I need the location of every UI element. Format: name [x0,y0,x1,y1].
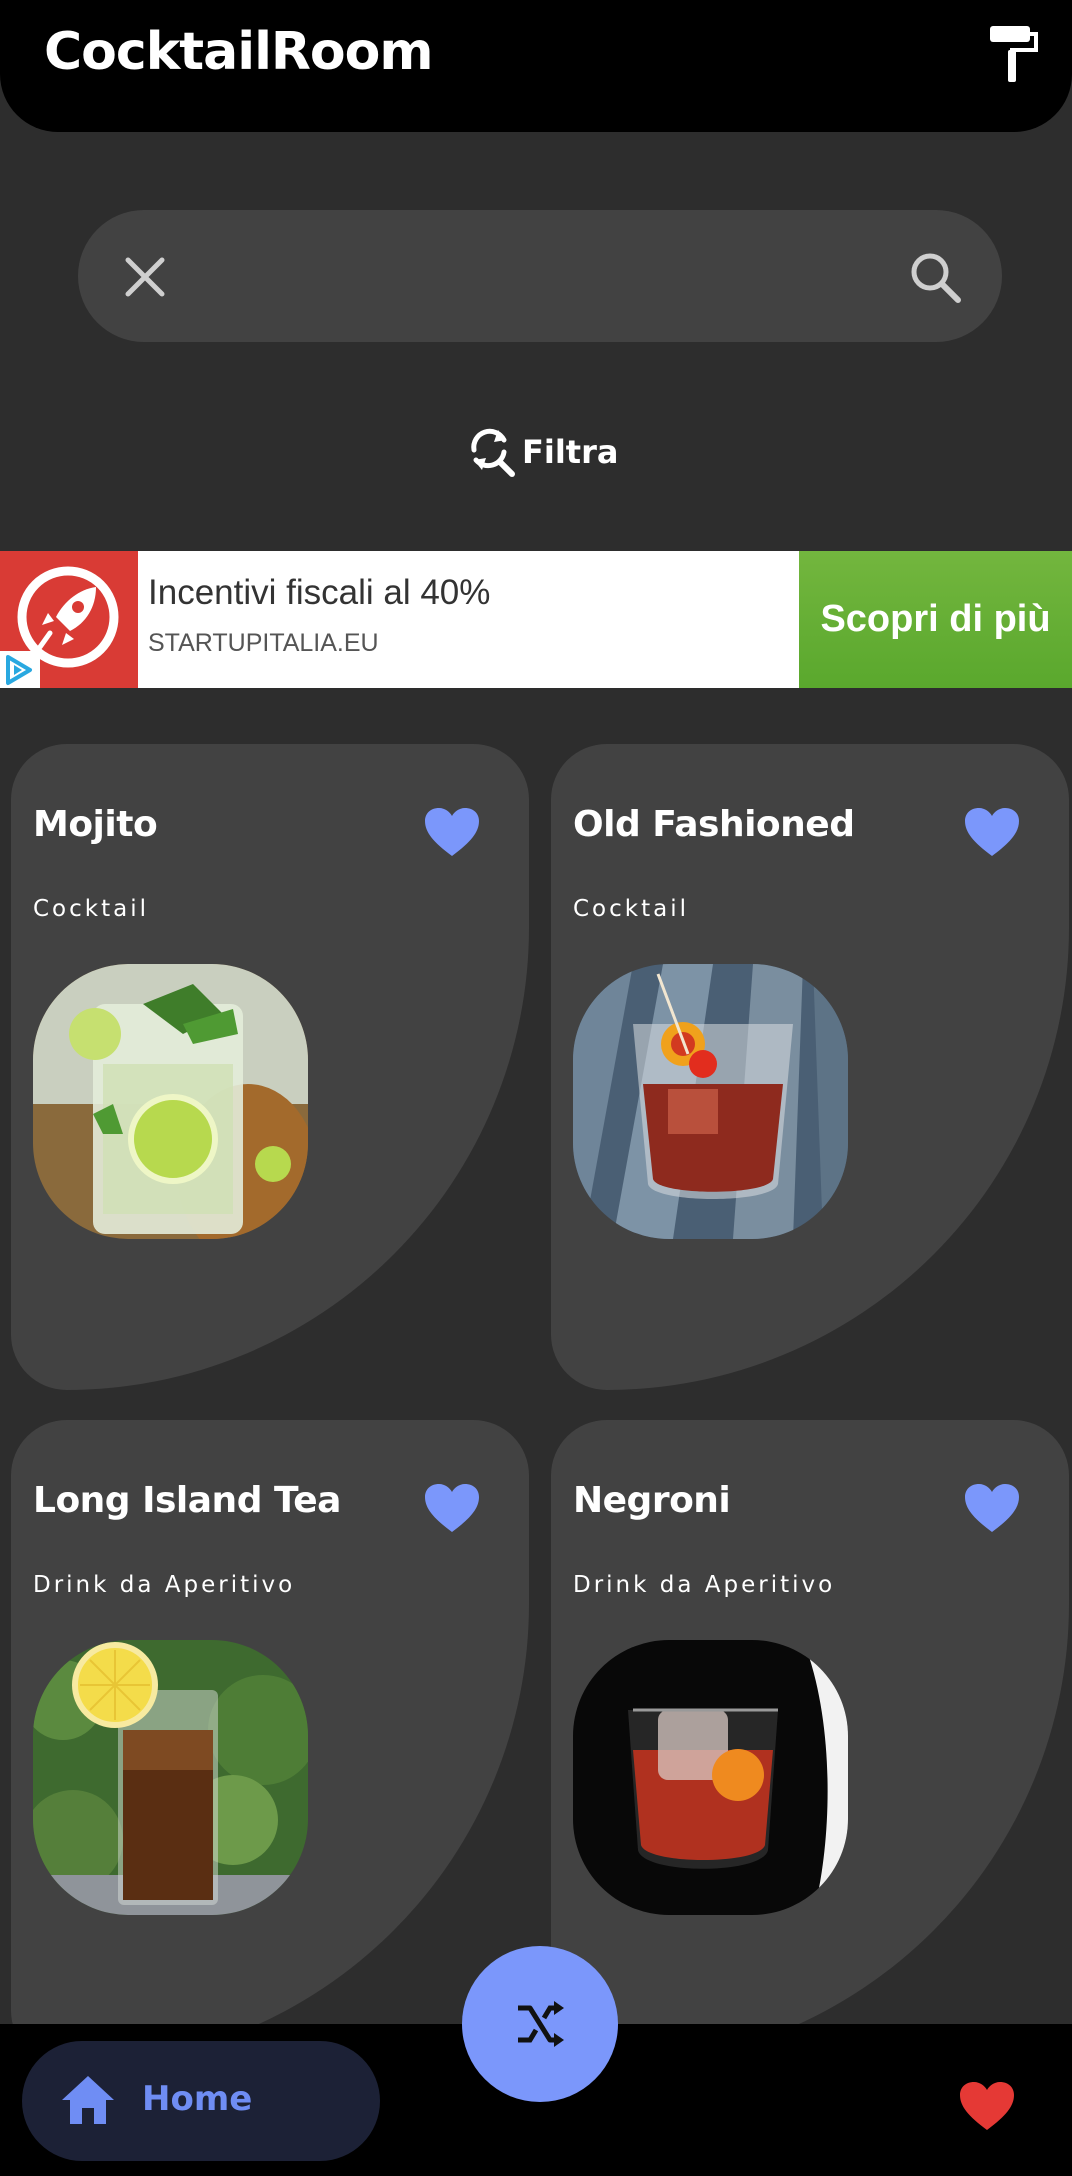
page: CocktailRoom Filtra Incentivi fiscali al… [0,0,1072,2176]
cocktail-name: Long Island Tea [33,1480,341,1521]
cocktail-name: Negroni [573,1480,731,1521]
cocktail-name: Mojito [33,804,158,845]
heart-icon[interactable] [958,2080,1016,2132]
ad-domain: STARTUPITALIA.EU [148,629,379,657]
cocktail-photo [573,964,848,1239]
cocktail-photo [33,964,308,1239]
heart-icon[interactable] [963,1482,1021,1534]
cocktail-category: Drink da Aperitivo [573,1572,836,1598]
cocktail-category: Cocktail [573,896,689,922]
cocktail-photo [33,1640,308,1915]
cocktail-category: Cocktail [33,896,149,922]
ad-cta-button[interactable]: Scopri di più [799,551,1072,688]
shuffle-icon [518,2001,564,2047]
cocktail-card-negroni[interactable]: Negroni Drink da Aperitivo [551,1420,1069,2066]
close-icon[interactable] [122,254,168,300]
nav-home[interactable]: Home [22,2041,380,2161]
search-icon[interactable] [908,250,964,306]
adchoices-icon[interactable] [0,651,40,688]
heart-icon[interactable] [423,1482,481,1534]
cocktail-card-old-fashioned[interactable]: Old Fashioned Cocktail [551,744,1069,1390]
cocktail-card-mojito[interactable]: Mojito Cocktail [11,744,529,1390]
refresh-search-icon [471,428,515,477]
heart-icon[interactable] [423,806,481,858]
cocktail-name: Old Fashioned [573,804,855,845]
search-input[interactable] [198,240,862,314]
ad-title: Incentivi fiscali al 40% [148,573,491,612]
heart-icon[interactable] [963,806,1021,858]
app-bar: CocktailRoom [0,0,1072,132]
search-bar [78,210,1002,342]
paint-roller-icon[interactable] [988,24,1040,84]
app-title: CocktailRoom [44,22,434,82]
shuffle-button[interactable] [462,1946,618,2102]
cocktail-card-long-island-tea[interactable]: Long Island Tea Drink da Aperitivo [11,1420,529,2066]
cocktail-photo [573,1640,848,1915]
home-icon [62,2076,114,2124]
cocktail-category: Drink da Aperitivo [33,1572,296,1598]
filter-label: Filtra [522,433,619,471]
ad-banner[interactable]: Incentivi fiscali al 40% STARTUPITALIA.E… [0,551,1072,688]
nav-home-label: Home [142,2079,253,2119]
filter-button[interactable]: Filtra [466,424,618,480]
